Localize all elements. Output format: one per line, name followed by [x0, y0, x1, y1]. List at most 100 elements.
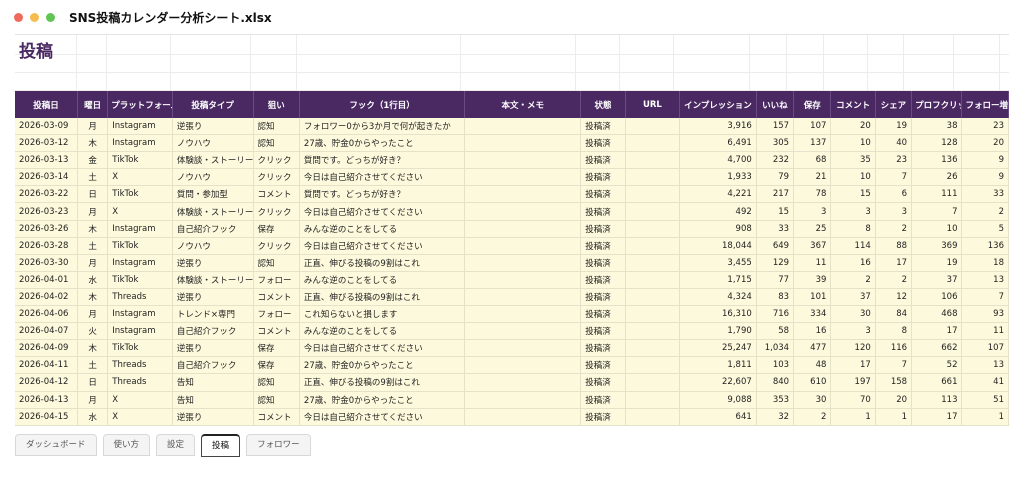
- cell-platform[interactable]: X: [107, 408, 173, 426]
- cell-impressions[interactable]: 1,933: [679, 168, 757, 187]
- cell-shares[interactable]: 84: [875, 305, 913, 324]
- table-row[interactable]: 2026-03-26 木 Instagram 自己紹介フック 保存 みんな逆のことをしてる…: [15, 220, 1009, 238]
- cell-profile-clicks[interactable]: 7: [911, 202, 963, 221]
- table-row[interactable]: 2026-04-13 月 X 告知 認知 27歳、貯金0からやったこと 投稿済 9,088 35…: [15, 391, 1009, 409]
- cell-shares[interactable]: 158: [875, 373, 913, 392]
- cell-hook[interactable]: 27歳、貯金0からやったこと: [299, 134, 466, 153]
- cell-saves[interactable]: 334: [793, 305, 832, 324]
- cell-follower-gain[interactable]: 5: [961, 220, 1009, 238]
- cell-platform[interactable]: TikTok: [107, 185, 173, 204]
- cell-platform[interactable]: X: [107, 202, 173, 221]
- cell-hook[interactable]: フォロワー0から3か月で何が起きたか: [299, 118, 466, 136]
- cell-aim[interactable]: クリック: [253, 202, 300, 221]
- cell-saves[interactable]: 101: [793, 288, 832, 307]
- cell-hook[interactable]: 今日は自己紹介させてください: [299, 168, 466, 187]
- cell-likes[interactable]: 353: [756, 391, 795, 409]
- table-row[interactable]: 2026-04-06 月 Instagram トレンド×専門 フォロー これ知らないと損し…: [15, 305, 1009, 324]
- cell-aim[interactable]: フォロー: [253, 271, 300, 289]
- cell-profile-clicks[interactable]: 38: [911, 118, 963, 136]
- column-header-likes[interactable]: いいね: [756, 91, 795, 118]
- cell-status[interactable]: 投稿済: [580, 118, 626, 136]
- cell-saves[interactable]: 78: [793, 185, 832, 204]
- table-row[interactable]: 2026-04-01 水 TikTok 体験談・ストーリー フォロー みんな逆のことをして…: [15, 271, 1009, 289]
- cell-memo[interactable]: [464, 118, 582, 136]
- cell-url[interactable]: [625, 185, 681, 204]
- cell-follower-gain[interactable]: 13: [961, 356, 1009, 375]
- cell-url[interactable]: [625, 339, 681, 358]
- cell-post-date[interactable]: 2026-03-30: [15, 254, 79, 272]
- cell-url[interactable]: [625, 408, 681, 426]
- sheet-tab[interactable]: ダッシュボード: [15, 434, 97, 456]
- cell-comments[interactable]: 3: [830, 322, 876, 341]
- cell-impressions[interactable]: 492: [679, 202, 757, 221]
- cell-saves[interactable]: 39: [793, 271, 832, 289]
- cell-status[interactable]: 投稿済: [580, 288, 626, 307]
- cell-likes[interactable]: 840: [756, 373, 795, 392]
- cell-likes[interactable]: 58: [756, 322, 795, 341]
- cell-platform[interactable]: TikTok: [107, 237, 173, 255]
- cell-status[interactable]: 投稿済: [580, 202, 626, 221]
- cell-memo[interactable]: [464, 185, 582, 204]
- cell-impressions[interactable]: 18,044: [679, 237, 757, 255]
- cell-url[interactable]: [625, 202, 681, 221]
- cell-aim[interactable]: 認知: [253, 373, 300, 392]
- cell-impressions[interactable]: 4,221: [679, 185, 757, 204]
- cell-profile-clicks[interactable]: 26: [911, 168, 963, 187]
- cell-post-date[interactable]: 2026-04-13: [15, 391, 79, 409]
- cell-profile-clicks[interactable]: 17: [911, 322, 963, 341]
- cell-comments[interactable]: 35: [830, 151, 876, 170]
- cell-shares[interactable]: 40: [875, 134, 913, 153]
- cell-status[interactable]: 投稿済: [580, 185, 626, 204]
- cell-comments[interactable]: 17: [830, 356, 876, 375]
- cell-hook[interactable]: 質問です。どっちが好き？: [299, 185, 466, 204]
- cell-aim[interactable]: フォロー: [253, 305, 300, 324]
- column-header-post-type[interactable]: 投稿タイプ: [172, 91, 254, 118]
- cell-likes[interactable]: 232: [756, 151, 795, 170]
- cell-post-type[interactable]: 逆張り: [172, 118, 254, 136]
- cell-aim[interactable]: 保存: [253, 339, 300, 358]
- cell-memo[interactable]: [464, 202, 582, 221]
- cell-follower-gain[interactable]: 11: [961, 322, 1009, 341]
- sheet-tab[interactable]: 投稿: [201, 434, 241, 457]
- cell-follower-gain[interactable]: 1: [961, 408, 1009, 426]
- cell-comments[interactable]: 120: [830, 339, 876, 358]
- cell-impressions[interactable]: 6,491: [679, 134, 757, 153]
- cell-weekday[interactable]: 日: [77, 185, 109, 204]
- cell-platform[interactable]: Instagram: [107, 254, 173, 272]
- cell-hook[interactable]: 正直、伸びる投稿の9割はこれ: [299, 288, 466, 307]
- cell-weekday[interactable]: 水: [77, 408, 109, 426]
- cell-weekday[interactable]: 火: [77, 322, 109, 341]
- cell-url[interactable]: [625, 118, 681, 136]
- cell-shares[interactable]: 19: [875, 118, 913, 136]
- cell-platform[interactable]: Instagram: [107, 220, 173, 238]
- cell-likes[interactable]: 716: [756, 305, 795, 324]
- cell-shares[interactable]: 1: [875, 408, 913, 426]
- column-header-profile-clicks[interactable]: プロフクリック: [911, 91, 963, 118]
- table-row[interactable]: 2026-03-14 土 X ノウハウ クリック 今日は自己紹介させてください 投稿済 1,9…: [15, 168, 1009, 187]
- cell-platform[interactable]: Threads: [107, 373, 173, 392]
- cell-weekday[interactable]: 土: [77, 237, 109, 255]
- cell-impressions[interactable]: 908: [679, 220, 757, 238]
- cell-hook[interactable]: 今日は自己紹介させてください: [299, 408, 466, 426]
- cell-comments[interactable]: 37: [830, 288, 876, 307]
- table-row[interactable]: 2026-03-23 月 X 体験談・ストーリー クリック 今日は自己紹介させてください 投…: [15, 202, 1009, 221]
- cell-memo[interactable]: [464, 356, 582, 375]
- cell-memo[interactable]: [464, 408, 582, 426]
- cell-memo[interactable]: [464, 151, 582, 170]
- cell-shares[interactable]: 17: [875, 254, 913, 272]
- cell-platform[interactable]: TikTok: [107, 271, 173, 289]
- cell-comments[interactable]: 70: [830, 391, 876, 409]
- cell-memo[interactable]: [464, 373, 582, 392]
- spreadsheet-grid[interactable]: 投稿 投稿日 曜日 プラットフォーム 投稿タイプ 狙い フック（1行目） 本文・メモ 状態 UR…: [15, 34, 1009, 426]
- cell-memo[interactable]: [464, 339, 582, 358]
- cell-post-date[interactable]: 2026-04-09: [15, 339, 79, 358]
- cell-url[interactable]: [625, 322, 681, 341]
- sheet-tab[interactable]: 設定: [156, 434, 196, 456]
- cell-shares[interactable]: 7: [875, 356, 913, 375]
- cell-aim[interactable]: クリック: [253, 168, 300, 187]
- table-row[interactable]: 2026-04-11 土 Threads 自己紹介フック 保存 27歳、貯金0からやったこ…: [15, 356, 1009, 375]
- cell-url[interactable]: [625, 168, 681, 187]
- cell-post-date[interactable]: 2026-04-12: [15, 373, 79, 392]
- cell-aim[interactable]: 認知: [253, 134, 300, 153]
- column-header-follower-gain[interactable]: フォロー増: [961, 91, 1009, 118]
